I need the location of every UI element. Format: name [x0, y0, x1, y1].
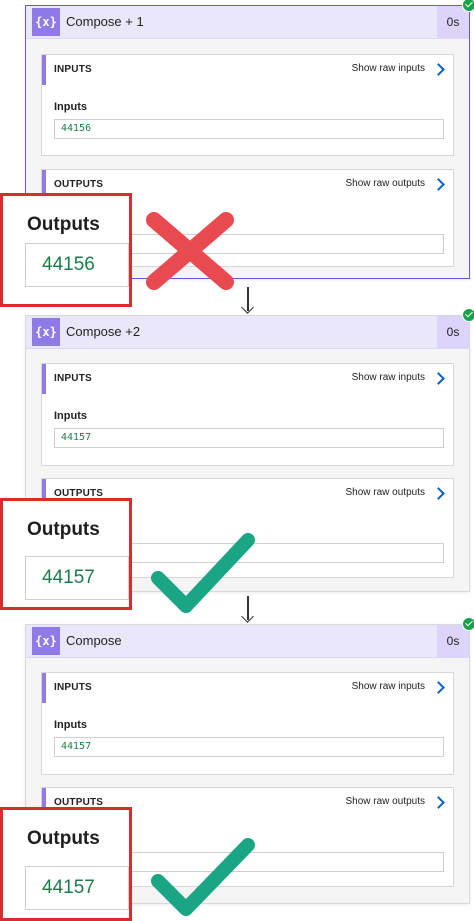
callout-value: 44157 — [42, 567, 95, 588]
callout-title: Outputs — [27, 519, 100, 540]
success-check-icon — [462, 0, 474, 12]
callout-value: 44157 — [42, 877, 95, 898]
inputs-title: INPUTS — [54, 682, 92, 693]
flow-arrow-down-icon — [241, 287, 255, 314]
inputs-value: 44157 — [61, 741, 92, 752]
callout-title: Outputs — [27, 214, 100, 235]
card-title: Compose +2 — [66, 324, 141, 339]
chevron-right-icon[interactable] — [432, 178, 445, 191]
show-raw-inputs-link[interactable]: Show raw inputs — [352, 673, 425, 701]
inputs-header[interactable]: INPUTS Show raw inputs — [42, 364, 453, 394]
show-raw-inputs-link[interactable]: Show raw inputs — [352, 55, 425, 83]
inputs-title: INPUTS — [54, 373, 92, 384]
outputs-callout-1: Outputs 44156 — [0, 193, 132, 307]
inputs-label: Inputs — [54, 410, 87, 422]
callout-value: 44156 — [42, 254, 95, 275]
inputs-section: INPUTS Show raw inputs Inputs 44157 — [41, 363, 454, 466]
compose-icon: {x} — [32, 8, 60, 36]
chevron-right-icon[interactable] — [432, 63, 445, 76]
inputs-section: INPUTS Show raw inputs Inputs 44156 — [41, 54, 454, 156]
chevron-right-icon[interactable] — [432, 796, 445, 809]
inputs-title: INPUTS — [54, 64, 92, 75]
inputs-value: 44157 — [61, 432, 92, 443]
inputs-value-box: 44157 — [54, 428, 444, 448]
chevron-right-icon[interactable] — [432, 372, 445, 385]
compose-icon: {x} — [32, 318, 60, 346]
inputs-header[interactable]: INPUTS Show raw inputs — [42, 55, 453, 85]
compose-icon: {x} — [32, 627, 60, 655]
inputs-label: Inputs — [54, 719, 87, 731]
inputs-header[interactable]: INPUTS Show raw inputs — [42, 673, 453, 703]
success-check-icon — [462, 617, 474, 631]
show-raw-outputs-link[interactable]: Show raw outputs — [346, 788, 426, 816]
outputs-callout-2: Outputs 44157 — [0, 498, 132, 610]
outputs-callout-3: Outputs 44157 — [0, 807, 132, 921]
show-raw-inputs-link[interactable]: Show raw inputs — [352, 364, 425, 392]
chevron-right-icon[interactable] — [432, 487, 445, 500]
inputs-value: 44156 — [61, 123, 92, 134]
inputs-value-box: 44157 — [54, 737, 444, 757]
success-check-icon — [462, 308, 474, 322]
red-cross-icon — [146, 212, 234, 290]
inputs-label: Inputs — [54, 101, 87, 113]
show-raw-outputs-link[interactable]: Show raw outputs — [346, 479, 426, 507]
card-title: Compose + 1 — [66, 14, 144, 29]
callout-value-box: 44157 — [25, 556, 129, 600]
inputs-section: INPUTS Show raw inputs Inputs 44157 — [41, 672, 454, 775]
green-check-icon — [151, 838, 255, 916]
green-check-icon — [151, 533, 255, 613]
chevron-right-icon[interactable] — [432, 681, 445, 694]
show-raw-outputs-link[interactable]: Show raw outputs — [346, 170, 426, 198]
inputs-value-box: 44156 — [54, 119, 444, 139]
callout-value-box: 44156 — [25, 243, 129, 287]
callout-value-box: 44157 — [25, 866, 129, 910]
card-header[interactable]: {x} Compose 0s — [26, 617, 474, 658]
card-title: Compose — [66, 633, 122, 648]
callout-title: Outputs — [27, 828, 100, 849]
card-header[interactable]: {x} Compose +2 0s — [26, 308, 474, 349]
card-header[interactable]: {x} Compose + 1 0s — [26, 0, 474, 39]
